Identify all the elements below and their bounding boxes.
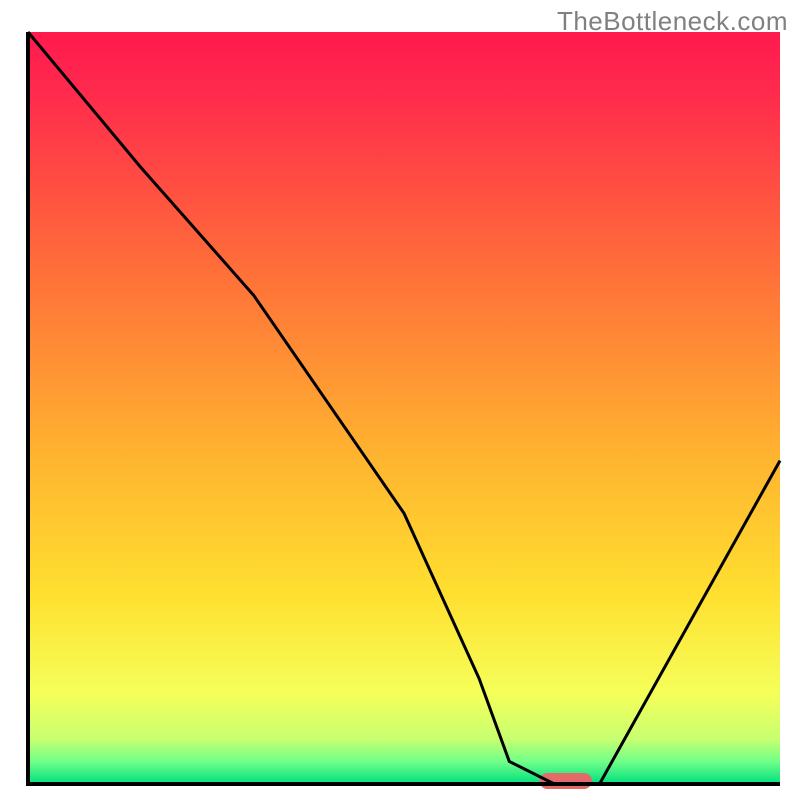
chart-stage: TheBottleneck.com: [0, 0, 800, 800]
plot-background: [28, 32, 780, 784]
bottleneck-chart: [0, 0, 800, 800]
watermark-text: TheBottleneck.com: [557, 6, 788, 37]
